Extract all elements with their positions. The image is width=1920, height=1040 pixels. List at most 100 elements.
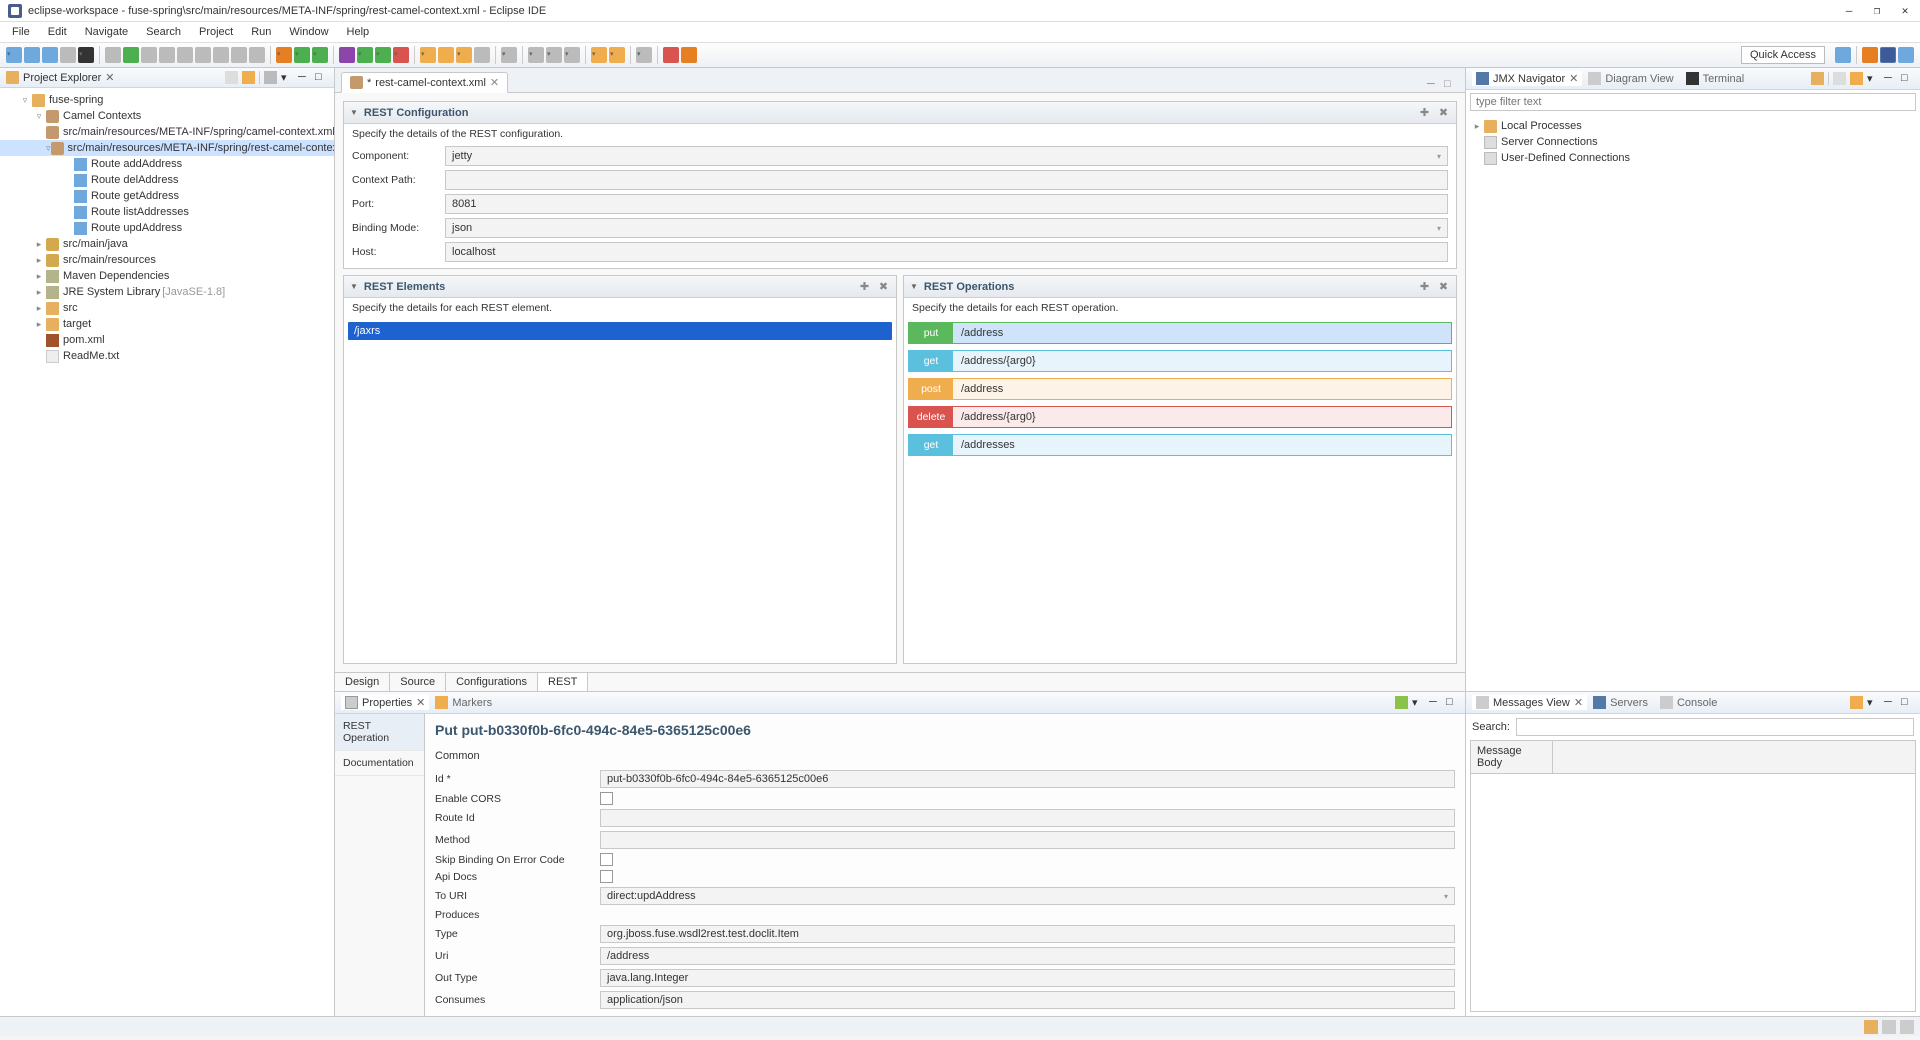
tb-icon[interactable] xyxy=(438,47,454,63)
tb-icon[interactable] xyxy=(501,47,517,63)
tb-icon[interactable] xyxy=(564,47,580,63)
tree-item[interactable]: ▿src/main/resources/META-INF/spring/rest… xyxy=(0,140,334,156)
tree-item[interactable]: Route getAddress xyxy=(0,188,334,204)
quick-access[interactable]: Quick Access xyxy=(1741,46,1825,64)
twist-icon[interactable]: ▸ xyxy=(32,319,46,330)
coverage-drop[interactable] xyxy=(375,47,391,63)
collapse-all-icon[interactable] xyxy=(225,71,238,84)
twist-icon[interactable]: ▸ xyxy=(32,239,46,250)
tb-icon[interactable] xyxy=(105,47,121,63)
minimize-icon[interactable]: ─ xyxy=(1429,696,1442,709)
tb-icon[interactable] xyxy=(1833,72,1846,85)
refresh-button[interactable] xyxy=(681,47,697,63)
tb-icon[interactable] xyxy=(159,47,175,63)
rest-elements-list[interactable]: /jaxrs xyxy=(344,318,896,663)
rest-operation-delete[interactable]: delete/address/{arg0} xyxy=(908,406,1452,428)
twist-icon[interactable]: ▸ xyxy=(1470,121,1484,132)
console-tab[interactable]: Console xyxy=(1654,695,1723,710)
rest-operation-post[interactable]: post/address xyxy=(908,378,1452,400)
minimize-icon[interactable]: ─ xyxy=(1884,696,1897,709)
rest-operation-get[interactable]: get/address/{arg0} xyxy=(908,350,1452,372)
link-editor-icon[interactable] xyxy=(242,71,255,84)
editor-tab-design[interactable]: Design xyxy=(335,673,390,691)
tree-item[interactable]: ▸src/main/java xyxy=(0,236,334,252)
tb-icon[interactable] xyxy=(456,47,472,63)
contextPath-input[interactable] xyxy=(445,170,1448,190)
perspective-1[interactable] xyxy=(1862,47,1878,63)
tree-item[interactable]: Route updAddress xyxy=(0,220,334,236)
tree-item[interactable]: Route addAddress xyxy=(0,156,334,172)
maximize-icon[interactable]: □ xyxy=(315,71,328,84)
prop-input[interactable]: put-b0330f0b-6fc0-494c-84e5-6365125c00e6 xyxy=(600,770,1455,788)
tree-item[interactable]: ▸Local Processes xyxy=(1466,118,1920,134)
close-icon[interactable]: ✕ xyxy=(416,696,425,709)
tree-item[interactable]: Server Connections xyxy=(1466,134,1920,150)
rest-operation-get[interactable]: get/addresses xyxy=(908,434,1452,456)
messages-table[interactable]: Message Body xyxy=(1470,740,1916,1012)
host-input[interactable]: localhost xyxy=(445,242,1448,262)
tree-item[interactable]: src/main/resources/META-INF/spring/camel… xyxy=(0,124,334,140)
tree-item[interactable]: ▸target xyxy=(0,316,334,332)
checkbox[interactable] xyxy=(600,870,613,883)
prop-input[interactable]: direct:updAddress▾ xyxy=(600,887,1455,905)
close-icon[interactable]: ✕ xyxy=(105,71,114,84)
rest-element-item[interactable]: /jaxrs xyxy=(348,322,892,340)
twist-icon[interactable]: ▸ xyxy=(32,271,46,282)
tree-item[interactable]: ▿fuse-spring xyxy=(0,92,334,108)
tb-icon[interactable] xyxy=(195,47,211,63)
tree-item[interactable]: ▿Camel Contexts xyxy=(0,108,334,124)
sb-icon[interactable] xyxy=(1864,1020,1878,1034)
checkbox[interactable] xyxy=(600,792,613,805)
twist-icon[interactable]: ▸ xyxy=(32,303,46,314)
tree-item[interactable]: ReadMe.txt xyxy=(0,348,334,364)
switch-editor-button[interactable] xyxy=(60,47,76,63)
run-drop[interactable] xyxy=(357,47,373,63)
collapse-icon[interactable]: ▼ xyxy=(350,108,358,117)
perspective-fuse[interactable] xyxy=(1880,47,1896,63)
tb-icon[interactable] xyxy=(231,47,247,63)
twist-icon[interactable]: ▸ xyxy=(32,255,46,266)
minimize-icon[interactable]: ─ xyxy=(1427,78,1438,89)
tb-icon[interactable] xyxy=(276,47,292,63)
tree-item[interactable]: ▸src xyxy=(0,300,334,316)
maximize-icon[interactable]: □ xyxy=(1444,78,1455,89)
port-input[interactable]: 8081 xyxy=(445,194,1448,214)
tb-icon[interactable] xyxy=(177,47,193,63)
maximize-icon[interactable]: □ xyxy=(1901,72,1914,85)
tree-item[interactable]: User-Defined Connections xyxy=(1466,150,1920,166)
prop-input[interactable]: /address xyxy=(600,947,1455,965)
save-all-button[interactable] xyxy=(42,47,58,63)
editor-tab-rest[interactable]: REST xyxy=(538,672,588,691)
prop-input[interactable]: org.jboss.fuse.wsdl2rest.test.doclit.Ite… xyxy=(600,925,1455,943)
editor-tab-configurations[interactable]: Configurations xyxy=(446,673,538,691)
add-icon[interactable]: ✚ xyxy=(1418,106,1431,119)
menu-window[interactable]: Window xyxy=(281,24,336,40)
prop-input[interactable] xyxy=(600,809,1455,827)
properties-tab-label[interactable]: Properties xyxy=(362,697,412,709)
sb-icon[interactable] xyxy=(1882,1020,1896,1034)
collapse-icon[interactable]: ▼ xyxy=(350,282,358,291)
tb-icon[interactable] xyxy=(1850,72,1863,85)
menu-icon[interactable]: ▾ xyxy=(1867,696,1880,709)
delete-icon[interactable]: ✖ xyxy=(1437,280,1450,293)
prop-input[interactable] xyxy=(600,831,1455,849)
prop-sidetab[interactable]: Documentation xyxy=(335,751,424,776)
tb-icon[interactable] xyxy=(420,47,436,63)
editor-tab[interactable]: *rest-camel-context.xml ✕ xyxy=(341,72,508,93)
minimize-icon[interactable]: ─ xyxy=(298,71,311,84)
component-input[interactable]: jetty▾ xyxy=(445,146,1448,166)
close-button[interactable]: ✕ xyxy=(1898,4,1912,18)
close-icon[interactable]: ✕ xyxy=(1574,696,1583,709)
add-icon[interactable]: ✚ xyxy=(858,280,871,293)
editor-tab-source[interactable]: Source xyxy=(390,673,446,691)
menu-edit[interactable]: Edit xyxy=(40,24,75,40)
run-button[interactable] xyxy=(123,47,139,63)
maximize-icon[interactable]: □ xyxy=(1901,696,1914,709)
stop-drop[interactable] xyxy=(393,47,409,63)
jmx-tree[interactable]: ▸Local ProcessesServer ConnectionsUser-D… xyxy=(1466,114,1920,691)
checkbox[interactable] xyxy=(600,853,613,866)
tb-icon[interactable] xyxy=(294,47,310,63)
tb-icon[interactable] xyxy=(213,47,229,63)
menu-run[interactable]: Run xyxy=(243,24,279,40)
close-icon[interactable]: ✕ xyxy=(1569,72,1578,85)
